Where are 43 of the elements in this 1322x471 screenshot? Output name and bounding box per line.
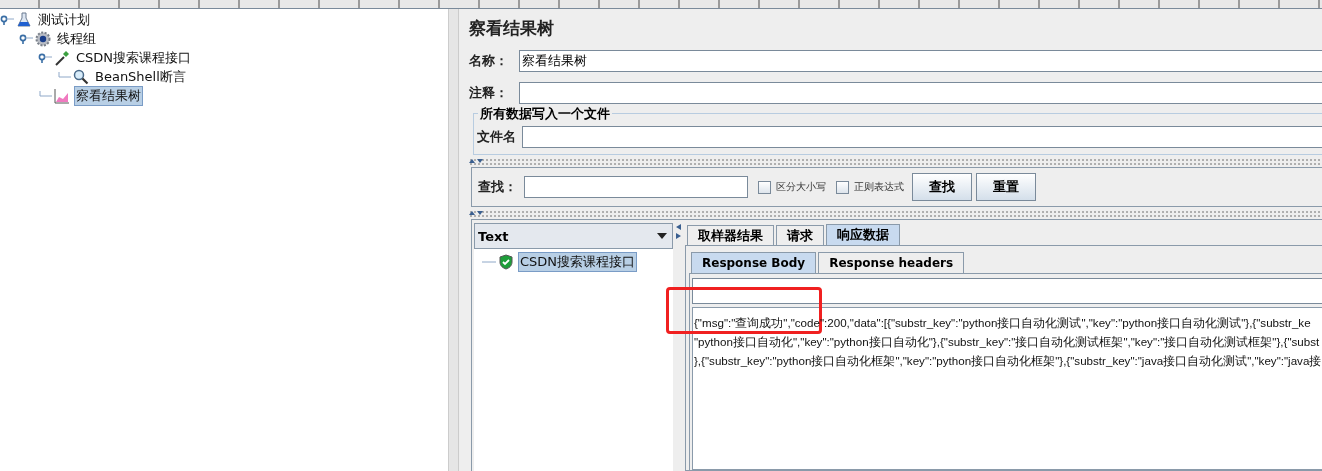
split-handle[interactable] [469, 210, 1322, 218]
magnifier-icon [73, 68, 89, 85]
search-field[interactable] [692, 278, 1322, 304]
search-field[interactable] [524, 176, 748, 198]
caret-icon [657, 233, 667, 239]
field-label: 注释： [469, 84, 509, 102]
expand-handle-icon[interactable] [19, 33, 33, 44]
field-label: 查找： [478, 178, 518, 196]
tab[interactable]: 响应数据 [826, 224, 900, 245]
panel-title: 察看结果树 [469, 17, 555, 40]
sample-item[interactable]: CSDN搜索课程接口 [518, 251, 638, 272]
response-line: "python接口自动化","key":"python接口自动化"},{"substr_key":"接口自动化测试框架","key":"接口自动化测试框架"},{"subst [694, 334, 1321, 350]
name-field[interactable]: 察看结果树 [519, 50, 1322, 72]
tree-item[interactable]: 察看结果树 [74, 85, 143, 106]
checkbox[interactable] [836, 180, 849, 194]
split-handle[interactable] [469, 158, 1322, 166]
expand-handle-icon[interactable] [38, 52, 52, 63]
group-legend: 所有数据写入一个文件 [478, 105, 612, 123]
find-button[interactable]: 查找 [912, 173, 972, 201]
dropper-icon [54, 49, 70, 66]
tree-item[interactable]: 测试计划 [36, 9, 92, 30]
reset-button[interactable]: 重置 [976, 173, 1036, 201]
tree-item[interactable]: BeanShell断言 [93, 66, 188, 87]
tab[interactable]: Response Body [691, 252, 817, 273]
checkbox[interactable] [758, 180, 771, 194]
tree-item[interactable]: CSDN搜索课程接口 [74, 47, 194, 68]
shield-check-icon [498, 253, 514, 270]
tree-item[interactable]: 线程组 [55, 28, 98, 49]
field-label: 文件名 [477, 128, 517, 146]
tab[interactable]: Response headers [818, 252, 965, 273]
expand-handle-icon[interactable] [0, 14, 14, 25]
chart-icon [54, 87, 70, 104]
flask-icon [16, 11, 32, 28]
comment-field[interactable] [519, 82, 1322, 104]
response-line: },{"substr_key":"python接口自动化框架","key":"python接口自动化框架"},{"substr_key":"java接口自动化测试","key":"java接 [694, 353, 1322, 369]
filename-field[interactable] [522, 126, 1322, 148]
tab[interactable]: 取样器结果 [687, 225, 774, 245]
tab[interactable]: 请求 [776, 225, 824, 245]
field-label: 名称： [469, 52, 509, 70]
checkbox-label: 区分大小写 [776, 180, 826, 194]
renderer-dropdown[interactable]: Text [474, 223, 673, 249]
checkbox-label: 正则表达式 [854, 180, 904, 194]
gear-icon [35, 30, 51, 47]
